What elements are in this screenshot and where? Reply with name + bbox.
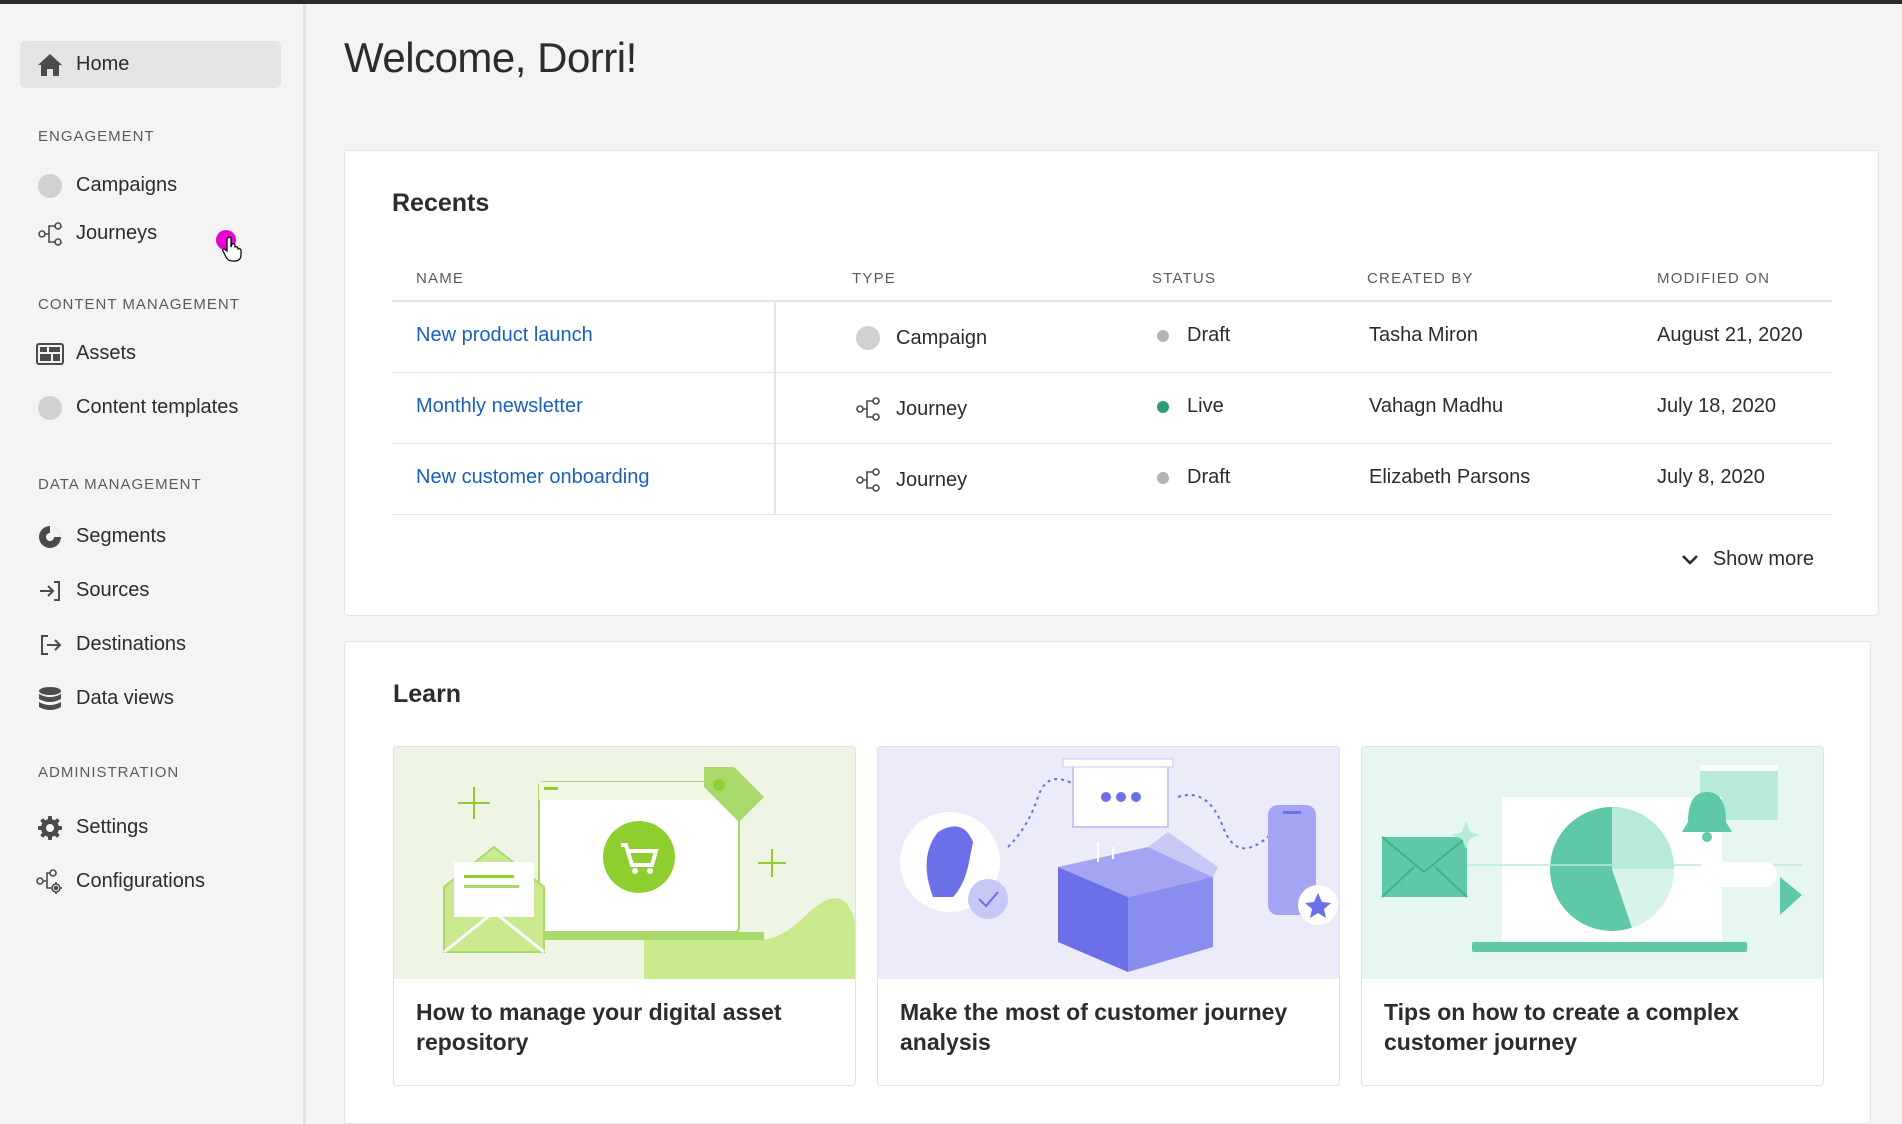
sidebar-item-label: Campaigns [76,174,178,196]
sidebar-item-settings[interactable]: Settings [20,804,281,851]
sidebar-item-sources[interactable]: Sources [20,567,281,614]
row-status-label: Draft [1187,324,1231,346]
row-type-label: Campaign [896,326,988,349]
row-created-by: Tasha Miron [1369,324,1478,346]
assets-icon [36,340,64,368]
sidebar-item-label: Assets [76,342,137,364]
learn-tile-caption: Tips on how to create a complex customer… [1384,999,1739,1055]
segments-icon [36,523,64,551]
table-row[interactable]: New customer onboarding Journey Draft El… [392,444,1832,515]
hand-cursor-icon [222,236,242,262]
row-type: Journey [854,395,967,423]
page-title: Welcome, Dorri! [344,34,637,81]
journey-icon [36,220,64,248]
row-type: Campaign [854,324,987,352]
learn-card: Learn How to manage your digital asset r… [344,641,1871,1124]
recents-card: Recents NAME TYPE STATUS CREATED BY MODI… [344,150,1879,616]
destinations-icon [36,631,64,659]
sidebar-item-label: Sources [76,579,150,601]
home-icon [36,51,64,79]
section-engagement: ENGAGEMENT [38,128,155,145]
sidebar-item-configurations[interactable]: Configurations [20,858,281,905]
column-header-name[interactable]: NAME [416,270,464,287]
row-status: Draft [1157,324,1230,347]
sidebar-item-label: Settings [76,816,149,838]
sidebar-item-label: Configurations [76,870,205,892]
learn-tile-journey-analysis[interactable]: Make the most of customer journey analys… [877,746,1340,1086]
row-status: Draft [1157,466,1230,489]
column-header-modified-on[interactable]: MODIFIED ON [1657,270,1770,287]
row-name-link[interactable]: Monthly newsletter [416,395,583,418]
journey-analysis-illustration [878,747,1339,979]
campaign-icon [36,172,64,200]
table-row[interactable]: Monthly newsletter Journey Live Vahagn M… [392,373,1832,444]
sidebar-item-label: Destinations [76,633,187,655]
journey-icon [854,466,882,494]
row-status: Live [1157,395,1224,418]
column-divider [774,444,776,515]
sidebar-item-destinations[interactable]: Destinations [20,621,281,668]
recents-title: Recents [392,189,490,217]
row-modified-on: July 18, 2020 [1657,395,1776,417]
sources-icon [36,577,64,605]
recents-table: NAME TYPE STATUS CREATED BY MODIFIED ON … [392,255,1832,515]
row-created-by: Vahagn Madhu [1369,395,1504,417]
show-more-button[interactable]: Show more [1681,548,1814,571]
complex-journey-illustration [1362,747,1823,979]
sidebar-item-segments[interactable]: Segments [20,513,281,560]
row-modified-on: August 21, 2020 [1657,324,1803,346]
status-draft-dot [1157,471,1169,484]
sidebar-item-assets[interactable]: Assets [20,330,281,377]
row-type-label: Journey [896,468,968,491]
row-name-link[interactable]: New product launch [416,324,593,347]
campaign-icon [854,324,882,352]
database-icon [36,685,64,713]
sidebar-item-label: Data views [76,687,174,709]
column-header-status[interactable]: STATUS [1152,270,1216,287]
row-type: Journey [854,466,967,494]
sidebar-item-content-templates[interactable]: Content templates [20,384,281,431]
row-status-label: Live [1187,395,1224,417]
table-row[interactable]: New product launch Campaign Draft Tasha … [392,302,1832,373]
column-header-created-by[interactable]: CREATED BY [1367,270,1474,287]
gear-icon [36,814,64,842]
learn-tile-digital-assets[interactable]: How to manage your digital asset reposit… [393,746,856,1086]
column-divider [774,302,776,373]
show-more-label: Show more [1712,548,1814,570]
section-data-management: DATA MANAGEMENT [38,476,202,493]
table-header: NAME TYPE STATUS CREATED BY MODIFIED ON [392,255,1832,302]
chevron-down-icon [1681,554,1698,565]
learn-tile-caption: How to manage your digital asset reposit… [416,999,782,1055]
row-created-by: Elizabeth Parsons [1369,466,1531,488]
digital-asset-illustration [394,747,855,979]
sidebar-item-data-views[interactable]: Data views [20,675,281,722]
status-live-dot [1157,400,1169,413]
journey-icon [854,395,882,423]
row-name-link[interactable]: New customer onboarding [416,466,649,489]
section-administration: ADMINISTRATION [38,764,180,781]
sidebar-item-label: Segments [76,525,167,547]
column-header-type[interactable]: TYPE [852,270,896,287]
sidebar-item-label: Content templates [76,396,239,418]
learn-title: Learn [393,680,462,708]
content-templates-icon [36,394,64,422]
sidebar-item-home[interactable]: Home [20,41,281,88]
sidebar-item-label: Journeys [76,222,158,244]
section-content-management: CONTENT MANAGEMENT [38,296,240,313]
sidebar-item-label: Home [76,53,130,75]
sidebar-item-campaigns[interactable]: Campaigns [20,162,281,209]
sidebar: Home ENGAGEMENT Campaigns Journeys CONTE… [0,4,306,1124]
status-draft-dot [1157,329,1169,342]
learn-tile-caption: Make the most of customer journey analys… [900,999,1288,1055]
row-modified-on: July 8, 2020 [1657,466,1765,488]
configurations-icon [36,868,64,896]
row-type-label: Journey [896,397,968,420]
row-status-label: Draft [1187,466,1231,488]
column-divider [774,373,776,444]
learn-tile-complex-journey[interactable]: Tips on how to create a complex customer… [1361,746,1824,1086]
